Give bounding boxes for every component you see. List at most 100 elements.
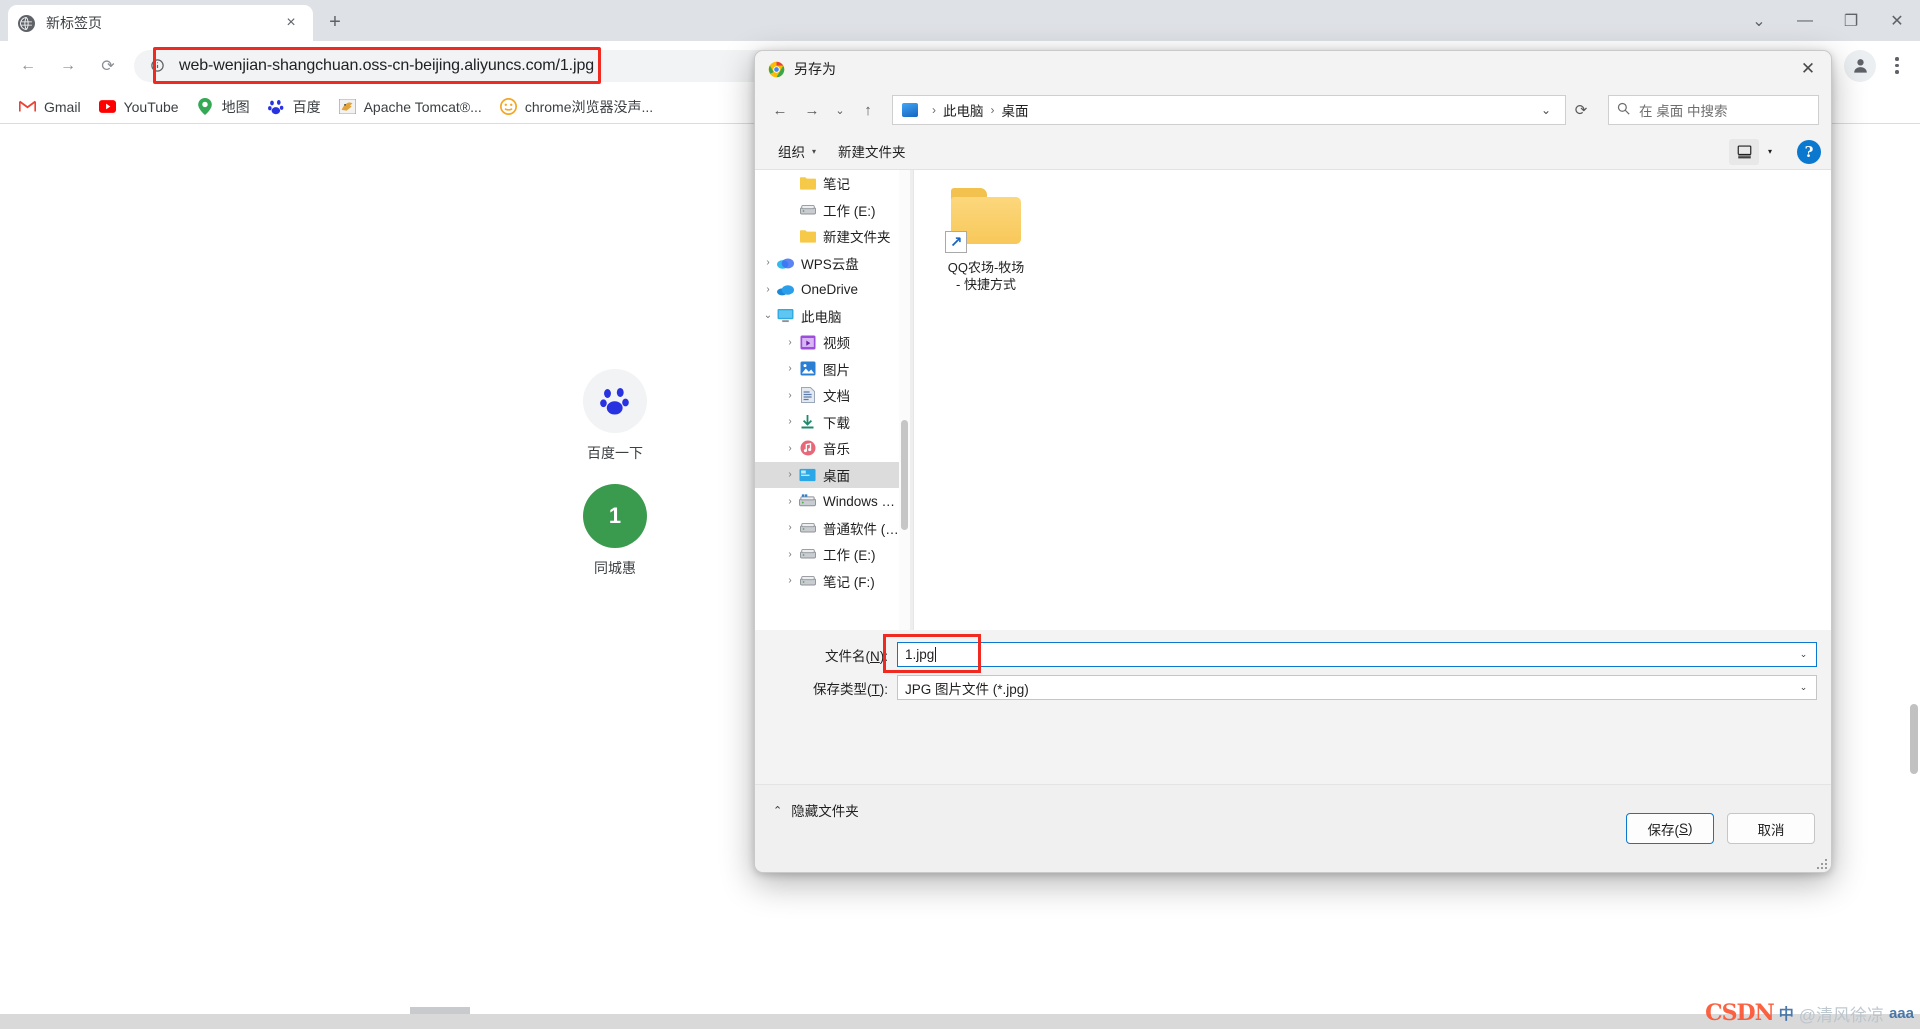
resize-grip-icon[interactable] — [1816, 858, 1827, 869]
tree-item-label: 桌面 — [823, 468, 850, 484]
back-icon[interactable]: ← — [11, 49, 45, 83]
chrome-browser-window: 新标签页 × + ⌄ — ❐ ✕ ← → ⟳ web-wenjian-shang… — [0, 0, 1920, 1029]
savetype-row: 保存类型(T): JPG 图片文件 (*.jpg) ⌄ — [769, 674, 1817, 701]
twisty-icon[interactable]: › — [781, 443, 799, 454]
twisty-icon[interactable]: › — [781, 337, 799, 348]
tree-item-downloads[interactable]: › 下载 — [755, 409, 899, 436]
browser-tab[interactable]: 新标签页 × — [8, 5, 313, 41]
twisty-icon[interactable]: › — [781, 416, 799, 427]
tree-item-documents[interactable]: › 文档 — [755, 382, 899, 409]
dialog-command-bar: 组织 ▾ 新建文件夹 ▾ ? — [755, 133, 1831, 170]
new-folder-button[interactable]: 新建文件夹 — [827, 137, 917, 165]
twisty-icon[interactable]: › — [759, 257, 777, 268]
pictures-icon — [799, 360, 816, 377]
address-chevron-down-icon[interactable]: ⌄ — [1533, 97, 1559, 123]
recent-locations-chevron-icon[interactable]: ⌄ — [829, 95, 851, 125]
dialog-forward-button[interactable]: → — [797, 95, 827, 125]
music-icon — [799, 440, 816, 457]
tab-strip: 新标签页 × + ⌄ — ❐ ✕ — [0, 0, 1920, 41]
tree-item-wps-cloud[interactable]: › WPS云盘 — [755, 250, 899, 277]
tree-item-windows-c[interactable]: › Windows (C:) — [755, 488, 899, 515]
filename-input[interactable]: 1.jpg ⌄ — [897, 642, 1817, 667]
savetype-dropdown-chevron-icon[interactable]: ⌄ — [1795, 682, 1812, 693]
forward-icon[interactable]: → — [51, 49, 85, 83]
tree-item-label: WPS云盘 — [801, 256, 859, 272]
bookmark-baidu[interactable]: 百度 — [259, 94, 330, 120]
bookmark-tomcat[interactable]: Apache Tomcat®... — [330, 94, 491, 120]
hide-folders-toggle[interactable]: ⌃ 隐藏文件夹 — [773, 800, 859, 820]
tab-close-icon[interactable]: × — [279, 11, 303, 35]
twisty-icon[interactable]: › — [781, 496, 799, 507]
twisty-icon[interactable]: › — [759, 284, 777, 295]
organize-button[interactable]: 组织 ▾ — [767, 137, 827, 165]
tree-item-biji-f[interactable]: › 笔记 (F:) — [755, 568, 899, 595]
twisty-icon[interactable]: › — [781, 575, 799, 586]
bookmark-label: Apache Tomcat®... — [363, 98, 482, 115]
dialog-back-button[interactable]: ← — [765, 95, 795, 125]
filename-dropdown-chevron-icon[interactable]: ⌄ — [1795, 649, 1812, 660]
tree-item-work-e[interactable]: 工作 (E:) — [755, 197, 899, 224]
close-window-button[interactable]: ✕ — [1874, 0, 1920, 41]
info-circle-icon[interactable] — [148, 57, 166, 75]
watermark-badge: 中 — [1778, 1005, 1794, 1023]
file-list-pane[interactable]: ↗ QQ农场-牧场 - 快捷方式 — [913, 170, 1831, 630]
twisty-icon[interactable]: › — [781, 469, 799, 480]
tree-item-music[interactable]: › 音乐 — [755, 435, 899, 462]
tree-item-software-d[interactable]: › 普通软件 (D:) — [755, 515, 899, 542]
tree-item-new-folder[interactable]: 新建文件夹 — [755, 223, 899, 250]
bookmark-gmail[interactable]: Gmail — [10, 94, 90, 120]
navigation-scrollbar-thumb[interactable] — [901, 420, 908, 530]
twisty-icon[interactable]: › — [781, 522, 799, 533]
address-bar[interactable]: web-wenjian-shangchuan.oss-cn-beijing.al… — [134, 49, 838, 82]
account-avatar-icon[interactable] — [1844, 49, 1876, 82]
twisty-icon[interactable]: ⌄ — [759, 310, 777, 321]
tree-item-videos[interactable]: › 视频 — [755, 329, 899, 356]
tab-search-icon[interactable]: ⌄ — [1736, 0, 1782, 41]
breadcrumb-item-desktop[interactable]: 桌面 — [1002, 100, 1029, 120]
bookmark-youtube[interactable]: YouTube — [90, 94, 188, 120]
breadcrumb-item-this-pc[interactable]: 此电脑 — [943, 100, 984, 120]
page-scrollbar[interactable] — [1907, 124, 1920, 1029]
bookmark-label: 百度 — [292, 98, 321, 115]
dialog-address-bar[interactable]: › 此电脑 › 桌面 ⌄ — [892, 95, 1566, 125]
tree-item-desktop[interactable]: › 桌面 — [755, 461, 899, 488]
three-dots-menu-icon[interactable] — [1882, 49, 1912, 83]
dialog-title-bar: 另存为 ✕ — [755, 51, 1831, 87]
drive-icon — [799, 519, 816, 536]
file-list-item[interactable]: ↗ QQ农场-牧场 - 快捷方式 — [934, 182, 1038, 297]
bookmark-chrome-nosound[interactable]: chrome浏览器没声... — [491, 94, 662, 120]
help-button[interactable]: ? — [1797, 139, 1821, 164]
twisty-icon[interactable]: › — [781, 363, 799, 374]
page-tile-baidu[interactable]: 百度一下 — [560, 369, 670, 463]
savetype-value: JPG 图片文件 (*.jpg) — [905, 681, 1029, 697]
view-layout-icon[interactable] — [1729, 138, 1759, 165]
shortcut-overlay-icon: ↗ — [945, 231, 967, 253]
tree-item-work-e2[interactable]: › 工作 (E:) — [755, 541, 899, 568]
save-button[interactable]: 保存(S) — [1626, 813, 1714, 844]
page-scrollbar-thumb[interactable] — [1910, 704, 1918, 774]
maximize-button[interactable]: ❐ — [1828, 0, 1874, 41]
reload-icon[interactable]: ⟳ — [91, 49, 125, 83]
dialog-search-box[interactable]: 在 桌面 中搜索 — [1608, 95, 1819, 125]
page-tile-tongcheng[interactable]: 1 同城惠 — [560, 484, 670, 578]
dialog-close-button[interactable]: ✕ — [1785, 51, 1831, 87]
tree-item-onedrive[interactable]: › OneDrive — [755, 276, 899, 303]
savetype-select[interactable]: JPG 图片文件 (*.jpg) ⌄ — [897, 675, 1817, 700]
csdn-logo: CSDN — [1705, 1000, 1775, 1026]
new-tab-button[interactable]: + — [321, 8, 349, 36]
twisty-icon[interactable]: › — [781, 390, 799, 401]
tree-item-biji[interactable]: 笔记 — [755, 170, 899, 197]
google-maps-icon — [197, 98, 214, 115]
tree-item-pictures[interactable]: › 图片 — [755, 356, 899, 383]
cancel-button[interactable]: 取消 — [1727, 813, 1815, 844]
view-chevron-down-icon[interactable]: ▾ — [1761, 139, 1779, 165]
bookmark-maps[interactable]: 地图 — [188, 94, 259, 120]
tree-item-this-pc[interactable]: ⌄ 此电脑 — [755, 303, 899, 330]
navigation-pane-scrollbar[interactable] — [899, 170, 910, 630]
file-item-label: QQ农场-牧场 - 快捷方式 — [947, 260, 1025, 293]
minimize-button[interactable]: — — [1782, 0, 1828, 41]
twisty-icon[interactable]: › — [781, 549, 799, 560]
bottom-status-strip — [0, 1014, 1920, 1029]
dialog-up-button[interactable]: ↑ — [853, 95, 883, 125]
dialog-refresh-button[interactable]: ⟳ — [1566, 95, 1596, 125]
